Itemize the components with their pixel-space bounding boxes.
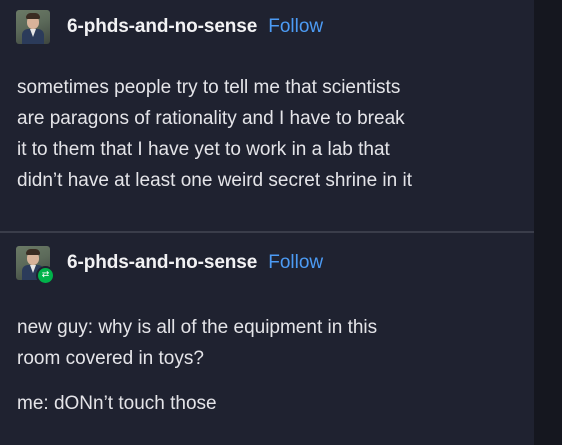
post-line: room covered in toys? (17, 348, 204, 369)
post-header: 6-phds-and-no-sense Follow (16, 10, 323, 44)
post-line: are paragons of rationality and I have t… (17, 108, 405, 129)
user-avatar[interactable]: ⇄ (16, 246, 55, 285)
post-body: new guy: why is all of the equipment in … (17, 312, 517, 419)
username-link[interactable]: 6-phds-and-no-sense (67, 252, 257, 274)
user-avatar-icon (16, 10, 50, 44)
post-line: new guy: why is all of the equipment in … (17, 317, 378, 338)
side-panel-edge (534, 0, 562, 445)
post-line: sometimes people try to tell me that sci… (17, 77, 401, 98)
post-line: didn’t have at least one weird secret sh… (17, 170, 412, 191)
username-link[interactable]: 6-phds-and-no-sense (67, 16, 257, 38)
post-line: it to them that I have yet to work in a … (17, 139, 390, 160)
reblog-icon: ⇄ (36, 266, 55, 285)
post-body: sometimes people try to tell me that sci… (17, 72, 527, 196)
post-divider (0, 231, 534, 233)
post-header: ⇄ 6-phds-and-no-sense Follow (16, 246, 323, 285)
user-avatar[interactable] (16, 10, 50, 44)
follow-button[interactable]: Follow (268, 252, 323, 274)
follow-button[interactable]: Follow (268, 16, 323, 38)
post-reply-line: me: dONn’t touch those (17, 393, 217, 414)
